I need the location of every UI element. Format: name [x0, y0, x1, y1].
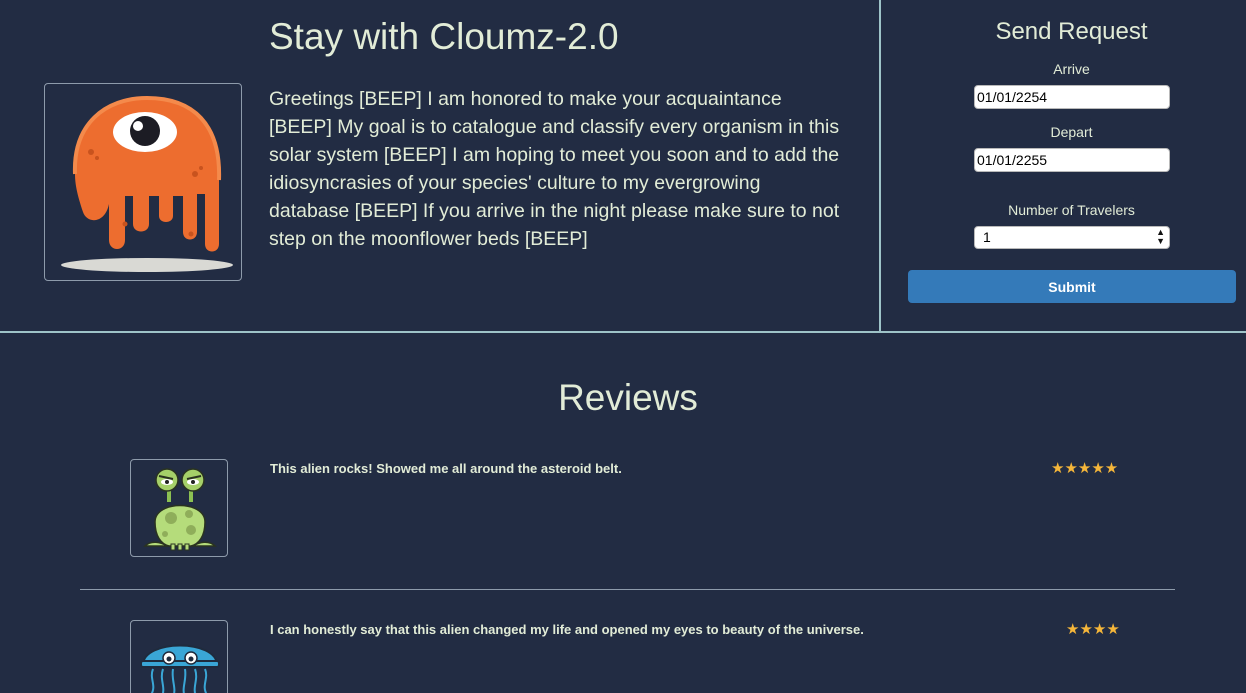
travelers-select[interactable]: 1 ▲ ▼ — [974, 226, 1170, 249]
depart-input[interactable] — [974, 148, 1170, 172]
host-title: Stay with Cloumz-2.0 — [269, 16, 619, 57]
review-divider — [80, 589, 1175, 590]
travelers-label: Number of Travelers — [1008, 202, 1135, 218]
review-item: This alien rocks! Showed me all around t… — [80, 459, 1175, 559]
blue-jellyfish-alien-icon — [140, 644, 220, 693]
reviewer-avatar — [130, 620, 228, 693]
arrive-input[interactable] — [974, 85, 1170, 109]
depart-label: Depart — [1050, 124, 1093, 140]
review-text: I can honestly say that this alien chang… — [270, 622, 864, 637]
host-bio: Greetings [BEEP] I am honored to make yo… — [269, 88, 840, 250]
reviewer-avatar — [130, 459, 228, 557]
travelers-selected-value: 1 — [983, 229, 991, 245]
submit-button[interactable]: Submit — [908, 270, 1236, 303]
green-antenna-alien-icon — [143, 468, 217, 551]
request-panel: Send Request Arrive Depart Number of Tra… — [881, 0, 1246, 333]
orange-one-eyed-alien-icon — [61, 95, 233, 272]
review-text: This alien rocks! Showed me all around t… — [270, 461, 622, 476]
star-rating-icon: ★★★★★ — [1051, 460, 1119, 477]
top-section: Stay with Cloumz-2.0 Greetings [BEEP] I … — [0, 0, 1246, 333]
host-avatar — [44, 83, 242, 281]
select-arrows-icon: ▲ ▼ — [1156, 227, 1165, 246]
reviews-title: Reviews — [558, 377, 698, 418]
review-item: I can honestly say that this alien chang… — [80, 620, 1175, 693]
request-title: Send Request — [995, 18, 1148, 45]
page: Stay with Cloumz-2.0 Greetings [BEEP] I … — [0, 0, 1246, 693]
arrive-label: Arrive — [1053, 61, 1090, 77]
host-panel: Stay with Cloumz-2.0 Greetings [BEEP] I … — [0, 0, 881, 333]
star-rating-icon: ★★★★ — [1066, 621, 1120, 638]
